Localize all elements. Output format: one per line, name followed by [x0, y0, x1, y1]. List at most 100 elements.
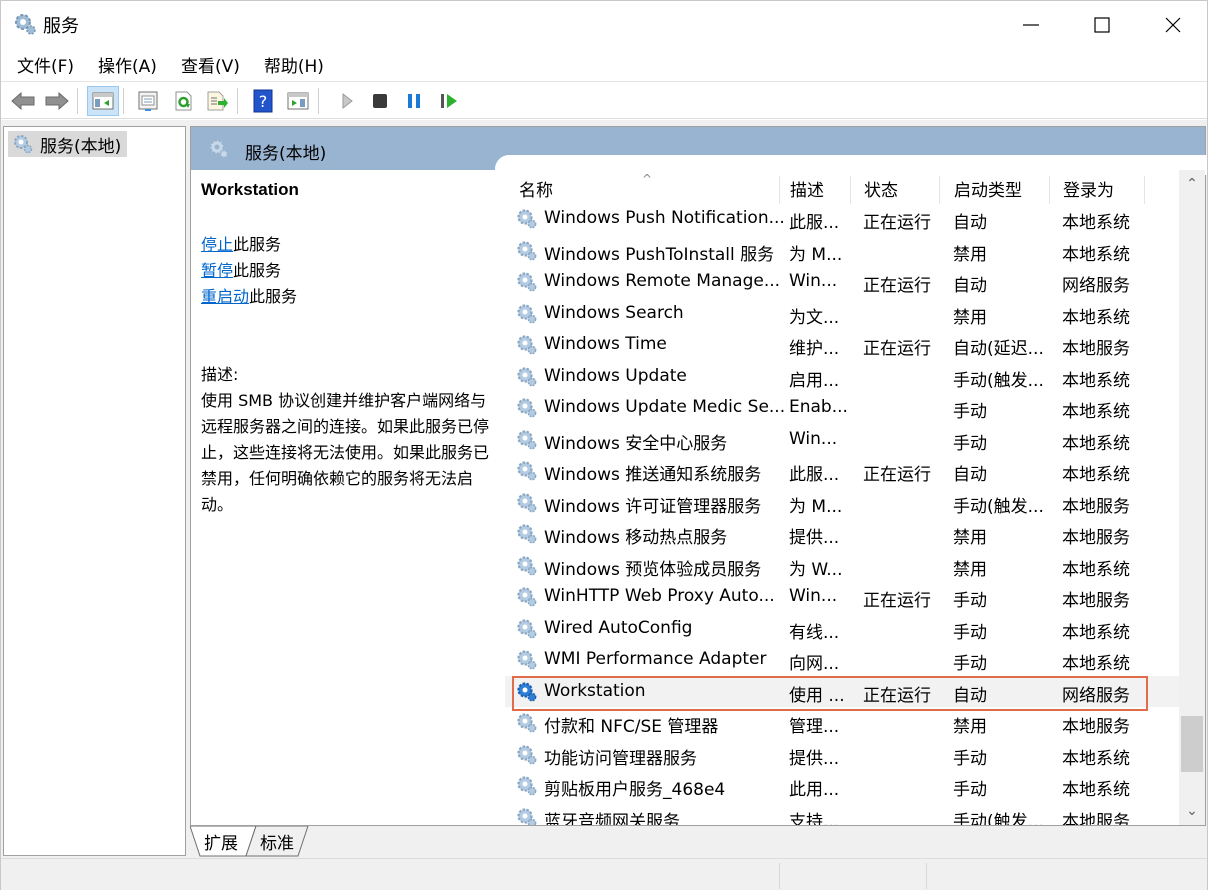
row-description: 维护...	[789, 339, 840, 359]
vertical-scrollbar[interactable]: ⌃ ⌄	[1179, 170, 1205, 825]
pause-service-button[interactable]	[398, 86, 430, 116]
show-hide-console-tree-button[interactable]	[87, 86, 119, 116]
row-description: 启用...	[789, 370, 840, 391]
back-button[interactable]	[7, 86, 39, 116]
minimize-button[interactable]	[996, 1, 1066, 48]
service-row[interactable]: Windows Push Notification... 此服... 正在运行 自动 本…	[505, 203, 1179, 235]
pause-service-link[interactable]: 暂停	[201, 261, 233, 280]
back-arrow-icon	[11, 91, 35, 111]
row-logon-as: 本地系统	[1062, 465, 1130, 485]
restart-service-link[interactable]: 重启动	[201, 287, 249, 306]
service-gear-icon	[515, 270, 539, 299]
row-logon-as: 本地系统	[1062, 402, 1130, 422]
menu-help[interactable]: 帮助(H)	[264, 52, 324, 77]
tree-node-services-local[interactable]: 服务(本地)	[8, 131, 128, 157]
stop-service-button[interactable]	[364, 86, 396, 116]
service-row[interactable]: Windows 预览体验成员服务 为 W... 禁用 本地系统	[505, 550, 1179, 582]
service-gear-icon	[515, 806, 539, 825]
row-logon-as: 本地系统	[1062, 654, 1130, 674]
service-row[interactable]: Windows Update Medic Se... Enab... 手动 本地系统	[505, 392, 1179, 424]
service-row[interactable]: 功能访问管理器服务 提供... 手动 本地系统	[505, 739, 1179, 771]
row-name: Windows 许可证管理器服务	[544, 496, 762, 517]
maximize-button[interactable]	[1067, 1, 1137, 48]
row-startup-type: 手动(触发...	[953, 811, 1044, 826]
services-list: 名称 ^ 描述 状态 启动类型 登录为 Windows Push Notific…	[505, 170, 1179, 825]
menu-action[interactable]: 操作(A)	[98, 52, 157, 77]
row-logon-as: 本地系统	[1062, 213, 1130, 233]
column-header-logon-as[interactable]: 登录为	[1049, 176, 1145, 204]
status-bar	[1, 858, 1207, 890]
service-gear-icon	[515, 491, 539, 520]
row-name: Windows 预览体验成员服务	[544, 559, 762, 580]
service-row[interactable]: Workstation 使用 ... 正在运行 自动 网络服务	[505, 675, 1179, 710]
service-row[interactable]: Windows 移动热点服务 提供... 禁用 本地服务	[505, 518, 1179, 550]
service-row[interactable]: Wired AutoConfig 有线... 手动 本地系统	[505, 613, 1179, 645]
row-logon-as: 网络服务	[1062, 685, 1130, 706]
menu-file[interactable]: 文件(F)	[17, 52, 74, 77]
close-button[interactable]	[1138, 1, 1208, 48]
service-row[interactable]: Windows 安全中心服务 Win... 手动 本地系统	[505, 424, 1179, 456]
row-description: Win...	[789, 271, 838, 291]
row-name: Windows Search	[544, 302, 684, 323]
row-description: 向网...	[789, 654, 840, 674]
properties-button[interactable]	[132, 86, 164, 116]
column-header-startup-type[interactable]: 启动类型	[940, 176, 1050, 204]
service-detail-panel: Workstation 停止此服务 暂停此服务 重启动此服务 描述: 使用 SM…	[191, 170, 495, 825]
forward-button[interactable]	[41, 86, 73, 116]
row-name: Windows 移动热点服务	[544, 528, 728, 548]
scroll-thumb[interactable]	[1181, 716, 1203, 772]
export-list-button[interactable]	[201, 86, 233, 116]
service-row[interactable]: WMI Performance Adapter 向网... 手动 本地系统	[505, 644, 1179, 676]
service-gear-icon	[515, 333, 539, 362]
services-gear-icon	[207, 137, 231, 166]
service-gear-icon	[515, 522, 539, 551]
row-description: 为 W...	[789, 559, 843, 580]
column-header-description[interactable]: 描述	[776, 176, 851, 204]
service-gear-icon	[515, 617, 539, 646]
row-name: WinHTTP Web Proxy Auto...	[544, 586, 775, 606]
help-button[interactable]: ?	[247, 86, 279, 116]
service-row[interactable]: 蓝牙音频网关服务 支持... 手动(触发... 本地服务	[505, 802, 1179, 826]
tab-standard[interactable]: 标准	[246, 826, 318, 856]
row-startup-type: 自动	[953, 276, 987, 296]
row-name: 剪贴板用户服务_468e4	[544, 780, 726, 800]
row-name: Wired AutoConfig	[544, 617, 693, 638]
service-row[interactable]: Windows Time 维护... 正在运行 自动(延迟... 本地服务	[505, 329, 1179, 361]
row-description: 此服...	[789, 465, 840, 485]
scroll-up-icon[interactable]: ⌃	[1179, 172, 1205, 196]
service-gear-icon	[515, 680, 539, 709]
restart-service-button[interactable]	[433, 86, 465, 116]
service-row[interactable]: 付款和 NFC/SE 管理器 管理... 禁用 本地服务	[505, 707, 1179, 739]
stop-service-link[interactable]: 停止	[201, 235, 233, 254]
row-status: 正在运行	[863, 213, 931, 233]
scroll-down-icon[interactable]: ⌄	[1179, 799, 1205, 823]
refresh-button[interactable]	[167, 86, 199, 116]
show-hide-action-pane-button[interactable]	[282, 86, 314, 116]
row-startup-type: 手动	[953, 622, 987, 643]
service-gear-icon	[515, 711, 539, 740]
menu-view[interactable]: 查看(V)	[181, 52, 240, 77]
service-row[interactable]: WinHTTP Web Proxy Auto... Win... 正在运行 手动 本地服…	[505, 581, 1179, 613]
start-service-button[interactable]	[331, 86, 363, 116]
row-logon-as: 本地服务	[1062, 811, 1130, 826]
row-startup-type: 手动	[953, 780, 987, 800]
service-row[interactable]: Windows Remote Manage... Win... 正在运行 自动 网络服务	[505, 266, 1179, 298]
column-header-name[interactable]: 名称 ^	[505, 172, 780, 204]
row-description: 此服...	[789, 213, 840, 233]
service-row[interactable]: Windows Update 启用... 手动(触发... 本地系统	[505, 361, 1179, 393]
service-row[interactable]: Windows 推送通知系统服务 此服... 正在运行 自动 本地系统	[505, 455, 1179, 487]
column-header-status[interactable]: 状态	[850, 176, 940, 204]
service-row[interactable]: Windows Search 为文... 禁用 本地系统	[505, 298, 1179, 330]
window-title: 服务	[43, 16, 79, 37]
row-startup-type: 禁用	[953, 717, 987, 737]
row-startup-type: 手动	[953, 748, 987, 769]
service-row[interactable]: Windows PushToInstall 服务为 M... 禁用 本地系统	[505, 235, 1179, 267]
pane-title: 服务(本地)	[245, 144, 327, 164]
row-status: 正在运行	[863, 685, 931, 706]
row-startup-type: 手动(触发...	[953, 370, 1044, 391]
selected-service-name: Workstation	[201, 180, 299, 199]
row-status: 正在运行	[863, 465, 931, 485]
service-row[interactable]: Windows 许可证管理器服务 为 M... 手动(触发... 本地服务	[505, 487, 1179, 519]
service-row[interactable]: 剪贴板用户服务_468e4 此用... 手动 本地系统	[505, 770, 1179, 802]
row-startup-type: 自动	[953, 685, 987, 706]
